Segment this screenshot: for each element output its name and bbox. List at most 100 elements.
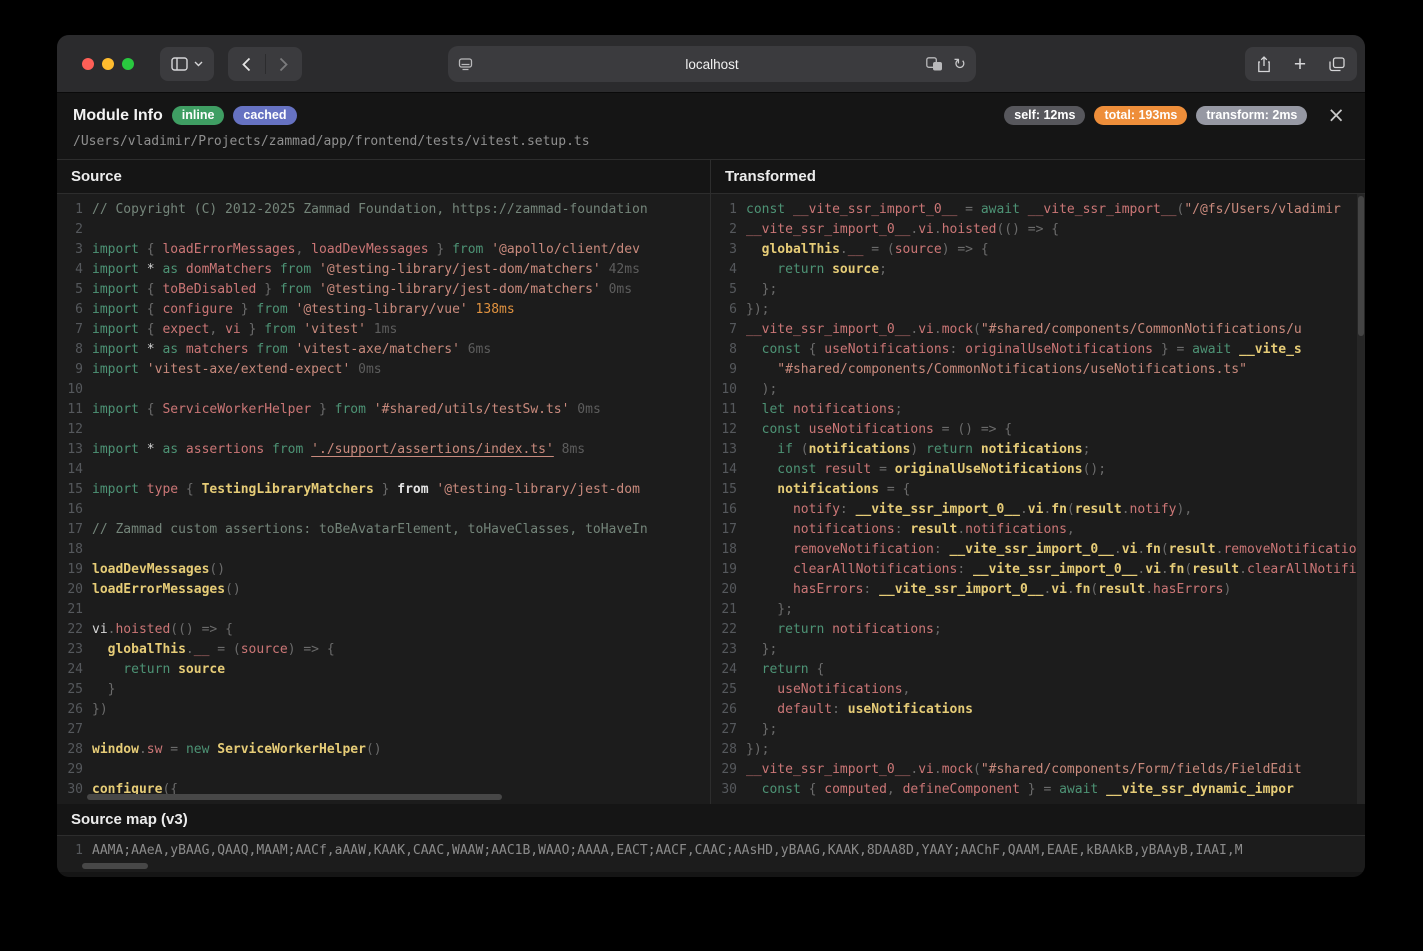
tab-overview-icon[interactable] — [1329, 57, 1345, 72]
code-token: ( — [1184, 562, 1192, 577]
code-text: const { computed, defineComponent } = aw… — [737, 780, 1294, 800]
address-bar[interactable]: localhost ↻ — [448, 46, 976, 82]
code-text — [83, 720, 92, 740]
toolbar-right-buttons: + — [1245, 47, 1357, 81]
line-number: 24 — [711, 660, 737, 680]
code-token: : — [863, 582, 879, 597]
code-token: __ — [848, 242, 864, 257]
code-token: { — [801, 342, 824, 357]
code-token: mock — [942, 762, 973, 777]
code-token: } — [256, 282, 279, 297]
code-line: 16 — [57, 500, 710, 520]
code-token: return — [746, 262, 824, 277]
line-number: 20 — [711, 580, 737, 600]
code-token: . — [1239, 562, 1247, 577]
code-token: vi — [1028, 502, 1044, 517]
code-token: loadErrorMessages — [92, 582, 225, 597]
source-horizontal-scrollbar[interactable] — [87, 794, 502, 800]
code-token: import — [92, 442, 139, 457]
code-line: 20loadErrorMessages() — [57, 580, 710, 600]
code-token: fn — [1075, 582, 1091, 597]
code-token: expect — [162, 322, 209, 337]
code-token: = () => { — [934, 422, 1012, 437]
code-token: , — [209, 322, 225, 337]
code-token: '@testing-library/jest-dom/matchers' — [311, 282, 601, 297]
code-token: result — [816, 462, 871, 477]
minimize-window-button[interactable] — [102, 58, 114, 70]
forward-button[interactable] — [265, 47, 302, 81]
code-line: 25 } — [57, 680, 710, 700]
code-text: const result = originalUseNotifications(… — [737, 460, 1106, 480]
sidebar-icon — [171, 57, 188, 71]
code-line: 13import * as assertions from './support… — [57, 440, 710, 460]
code-token: notifications — [824, 622, 934, 637]
code-token: "#shared/components/Form/fields/FieldEdi… — [981, 762, 1302, 777]
code-line: 1// Copyright (C) 2012-2025 Zammad Found… — [57, 200, 710, 220]
code-token: ( — [973, 322, 981, 337]
code-token: 0ms — [350, 362, 381, 377]
line-number: 2 — [57, 220, 83, 240]
code-token: mock — [942, 322, 973, 337]
code-line: 23 globalThis.__ = (source) => { — [57, 640, 710, 660]
code-token: fn — [1169, 562, 1185, 577]
code-token: clearAllNotifications — [1247, 562, 1365, 577]
line-number: 5 — [57, 280, 83, 300]
code-text: AAMA;AAeA,yBAAG,QAAQ,MAAM;AACf,aAAW,KAAK… — [83, 841, 1243, 861]
line-number: 28 — [711, 740, 737, 760]
code-line: 19 clearAllNotifications: __vite_ssr_imp… — [711, 560, 1365, 580]
code-token: fn — [1051, 502, 1067, 517]
code-token: const — [746, 782, 801, 797]
code-text: ); — [737, 380, 777, 400]
code-token: ; — [895, 402, 903, 417]
code-token: . — [934, 762, 942, 777]
code-token: // Copyright (C) 2012-2025 Zammad Founda… — [92, 202, 648, 217]
code-token: originalUseNotifications — [895, 462, 1083, 477]
zoom-window-button[interactable] — [122, 58, 134, 70]
close-button[interactable]: × — [1327, 105, 1345, 126]
browser-window: localhost ↻ + Module Info inlinecached — [57, 35, 1365, 877]
code-token: , — [1067, 522, 1075, 537]
line-number: 29 — [57, 760, 83, 780]
code-token: assertions — [178, 442, 264, 457]
code-token: as — [162, 442, 178, 457]
code-token: source — [170, 662, 225, 677]
code-text: import { loadErrorMessages, loadDevMessa… — [83, 240, 640, 260]
line-number: 1 — [711, 200, 737, 220]
close-window-button[interactable] — [82, 58, 94, 70]
line-number: 18 — [711, 540, 737, 560]
code-text — [83, 760, 92, 780]
code-token: source — [824, 262, 879, 277]
share-icon[interactable] — [1257, 56, 1271, 73]
code-line: 27 }; — [711, 720, 1365, 740]
sourcemap-horizontal-scrollbar[interactable] — [82, 863, 148, 869]
code-text: removeNotification: __vite_ssr_import_0_… — [737, 540, 1365, 560]
module-link[interactable]: './support/assertions/index.ts' — [311, 442, 554, 457]
code-token: const — [746, 422, 801, 437]
code-line: 21 — [57, 600, 710, 620]
code-token: vi — [225, 322, 241, 337]
code-token: const — [746, 342, 801, 357]
sidebar-toggle-button[interactable] — [160, 47, 214, 81]
code-token: : — [950, 342, 966, 357]
code-text: notifications = { — [737, 480, 910, 500]
code-line: 22vi.hoisted(() => { — [57, 620, 710, 640]
code-token: } — [374, 482, 397, 497]
code-token: source — [895, 242, 942, 257]
line-number: 25 — [711, 680, 737, 700]
line-number: 4 — [711, 260, 737, 280]
code-token: from — [280, 282, 311, 297]
transformed-scrollbar-thumb[interactable] — [1358, 196, 1364, 336]
code-text: }; — [737, 640, 777, 660]
new-tab-button[interactable]: + — [1294, 54, 1306, 75]
code-token: ; — [934, 622, 942, 637]
code-token: clearAllNotifications — [746, 562, 957, 577]
timing-badge: self: 12ms — [1004, 106, 1085, 126]
sourcemap-title: Source map (v3) — [57, 804, 1365, 836]
code-line: 28}); — [711, 740, 1365, 760]
code-token: __vite_ssr_import_0__ — [746, 222, 910, 237]
code-token: let — [746, 402, 785, 417]
back-button[interactable] — [228, 47, 265, 81]
code-token: = ( — [863, 242, 894, 257]
code-token: __vite_ssr_import_0__ — [746, 322, 910, 337]
code-token: as — [162, 342, 178, 357]
